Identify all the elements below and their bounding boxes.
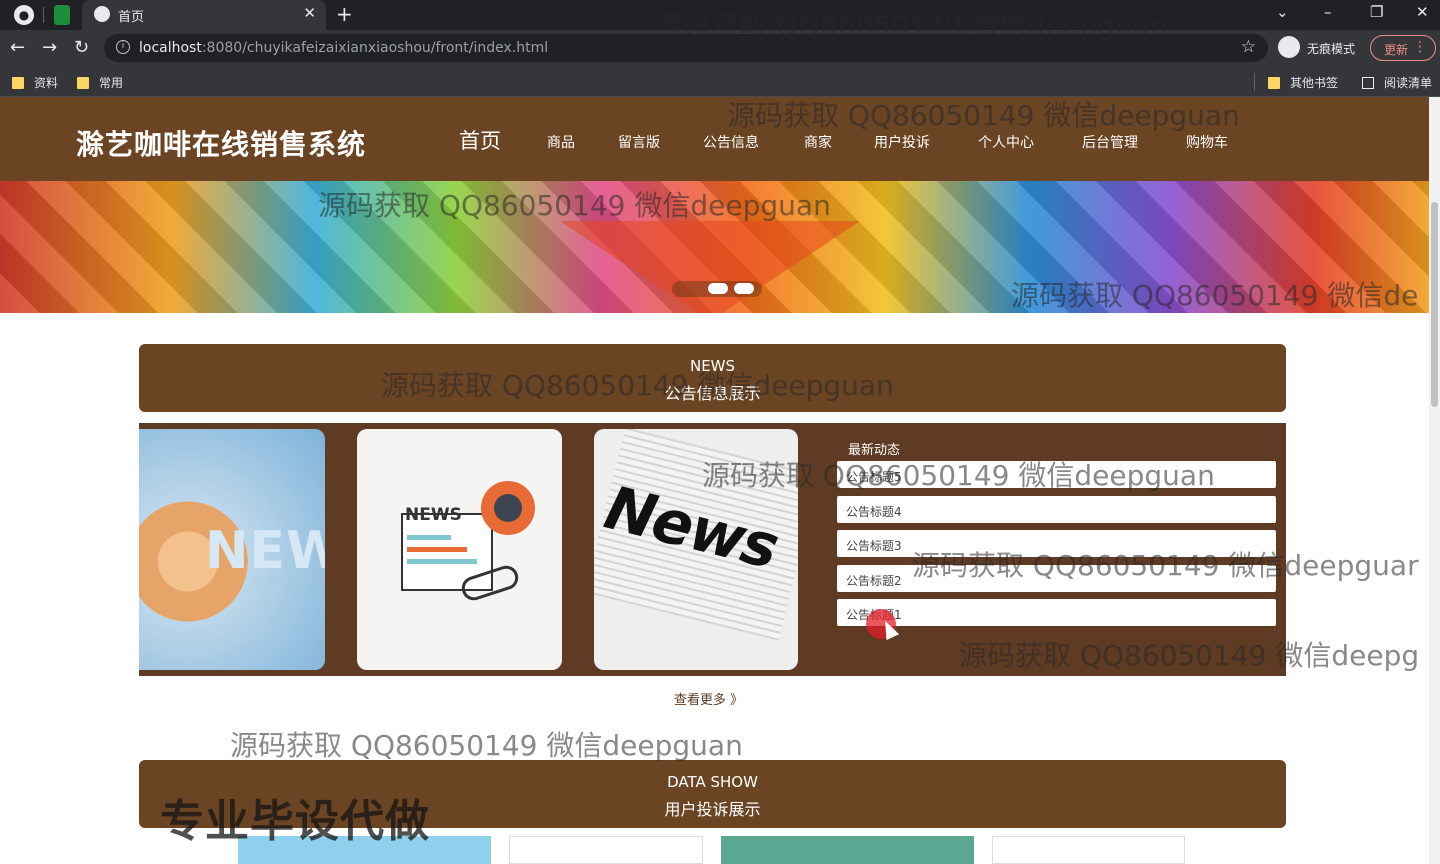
- tab-title: 首页: [118, 10, 145, 25]
- restore-icon[interactable]: ❐: [1370, 3, 1383, 21]
- url-text: localhost:8080/chuyikafeizaixianxiaoshou…: [139, 40, 549, 56]
- new-tab-icon[interactable]: +: [336, 2, 353, 26]
- nav-message-board[interactable]: 留言版: [618, 132, 660, 152]
- bookmarks-divider: [1254, 73, 1255, 91]
- card-image-text: NEW: [205, 521, 325, 581]
- illustration-line: [407, 547, 467, 552]
- watermark-text: 源码获取 QQ86050149 微信deepguan: [655, 9, 1168, 42]
- sheets-app-icon[interactable]: [54, 5, 70, 25]
- news-list-item[interactable]: 公告标题1: [837, 599, 1276, 626]
- news-list-item[interactable]: 公告标题4: [837, 496, 1276, 523]
- minimize-icon[interactable]: –: [1324, 3, 1332, 21]
- watermark-text: 源码获取 QQ86050149 微信de: [1011, 279, 1419, 312]
- magnifier-icon: [481, 481, 535, 535]
- nav-personal-center[interactable]: 个人中心: [978, 132, 1034, 152]
- site-info-icon[interactable]: i: [116, 40, 130, 54]
- tab-home[interactable]: 首页 ✕: [82, 0, 326, 30]
- tab-favicon-icon: [94, 6, 110, 22]
- close-window-icon[interactable]: ✕: [1416, 3, 1429, 21]
- reload-icon[interactable]: ↻: [74, 37, 89, 58]
- card-image-text: NEWS: [405, 505, 462, 525]
- reading-list[interactable]: 阅读清单: [1362, 74, 1432, 91]
- nav-admin[interactable]: 后台管理: [1082, 132, 1138, 152]
- forward-icon[interactable]: →: [42, 37, 57, 58]
- site-logo[interactable]: 滁艺咖啡在线销售系统: [76, 123, 366, 163]
- complaint-thumbnail[interactable]: [992, 836, 1185, 864]
- incognito-label: 无痕模式: [1307, 42, 1356, 56]
- folder-icon: [77, 76, 89, 89]
- watermark-text: 源码获取 QQ86050149 微信deepguan: [381, 369, 894, 402]
- nav-announcements[interactable]: 公告信息: [703, 132, 759, 152]
- more-menu-icon[interactable]: ⋮: [1413, 39, 1427, 55]
- view-more-link[interactable]: 查看更多 》: [674, 689, 743, 708]
- close-tab-icon[interactable]: ✕: [303, 4, 316, 22]
- complaint-thumbnail[interactable]: [509, 836, 703, 864]
- other-bookmarks[interactable]: 其他书签: [1268, 74, 1338, 91]
- complaint-thumbnail[interactable]: [721, 836, 974, 864]
- watermark-text: 源码获取 QQ86050149 微信deepguan: [702, 459, 1215, 492]
- scrollbar-thumb[interactable]: [1431, 202, 1438, 407]
- watermark-text: 源码获取 QQ86050149 微信deepguan: [318, 189, 831, 222]
- folder-icon: [1268, 76, 1280, 89]
- carousel-dot[interactable]: [734, 283, 754, 294]
- tab-search-chevron-icon[interactable]: ⌄: [1276, 3, 1289, 21]
- page-scrollbar[interactable]: [1429, 97, 1440, 864]
- nav-cart[interactable]: 购物车: [1186, 132, 1228, 152]
- update-button[interactable]: 更新 ⋮: [1370, 35, 1436, 61]
- illustration-line: [407, 559, 477, 564]
- news-image-card[interactable]: NEW: [139, 429, 325, 670]
- watermark-text: 源码获取 QQ86050149 微信deepguan: [727, 99, 1240, 132]
- nav-complaints[interactable]: 用户投诉: [874, 132, 930, 152]
- bookmark-folder-changyong[interactable]: 常用: [77, 74, 123, 91]
- watermark-text: 源码获取 QQ86050149 微信deepguar: [912, 549, 1419, 582]
- folder-icon: [12, 76, 24, 89]
- nav-products[interactable]: 商品: [547, 132, 575, 152]
- bookmark-folder-ziliao[interactable]: 资料: [12, 74, 58, 91]
- nav-home[interactable]: 首页: [459, 125, 501, 155]
- reading-list-icon: [1362, 76, 1374, 89]
- browser-globe-icon[interactable]: ●: [14, 5, 34, 25]
- carousel-dot[interactable]: [708, 283, 728, 294]
- bookmarks-bar: 资料 常用 其他书签 阅读清单: [0, 66, 1440, 97]
- watermark-text: 源码获取 QQ86050149 微信deepguan: [230, 729, 743, 762]
- illustration-line: [407, 535, 451, 540]
- nav-merchants[interactable]: 商家: [804, 132, 832, 152]
- news-image-card[interactable]: NEWS: [357, 429, 562, 670]
- watermark-text: 源码获取 QQ86050149 微信deepg: [959, 639, 1420, 672]
- banner-decoration: [560, 221, 860, 313]
- tab-divider: [43, 7, 44, 23]
- update-label: 更新: [1384, 43, 1409, 57]
- incognito-icon[interactable]: [1278, 36, 1300, 58]
- bookmark-star-icon[interactable]: ☆: [1241, 37, 1256, 57]
- back-icon[interactable]: ←: [10, 37, 25, 58]
- overlay-promo-text: 专业毕设代做: [160, 796, 430, 847]
